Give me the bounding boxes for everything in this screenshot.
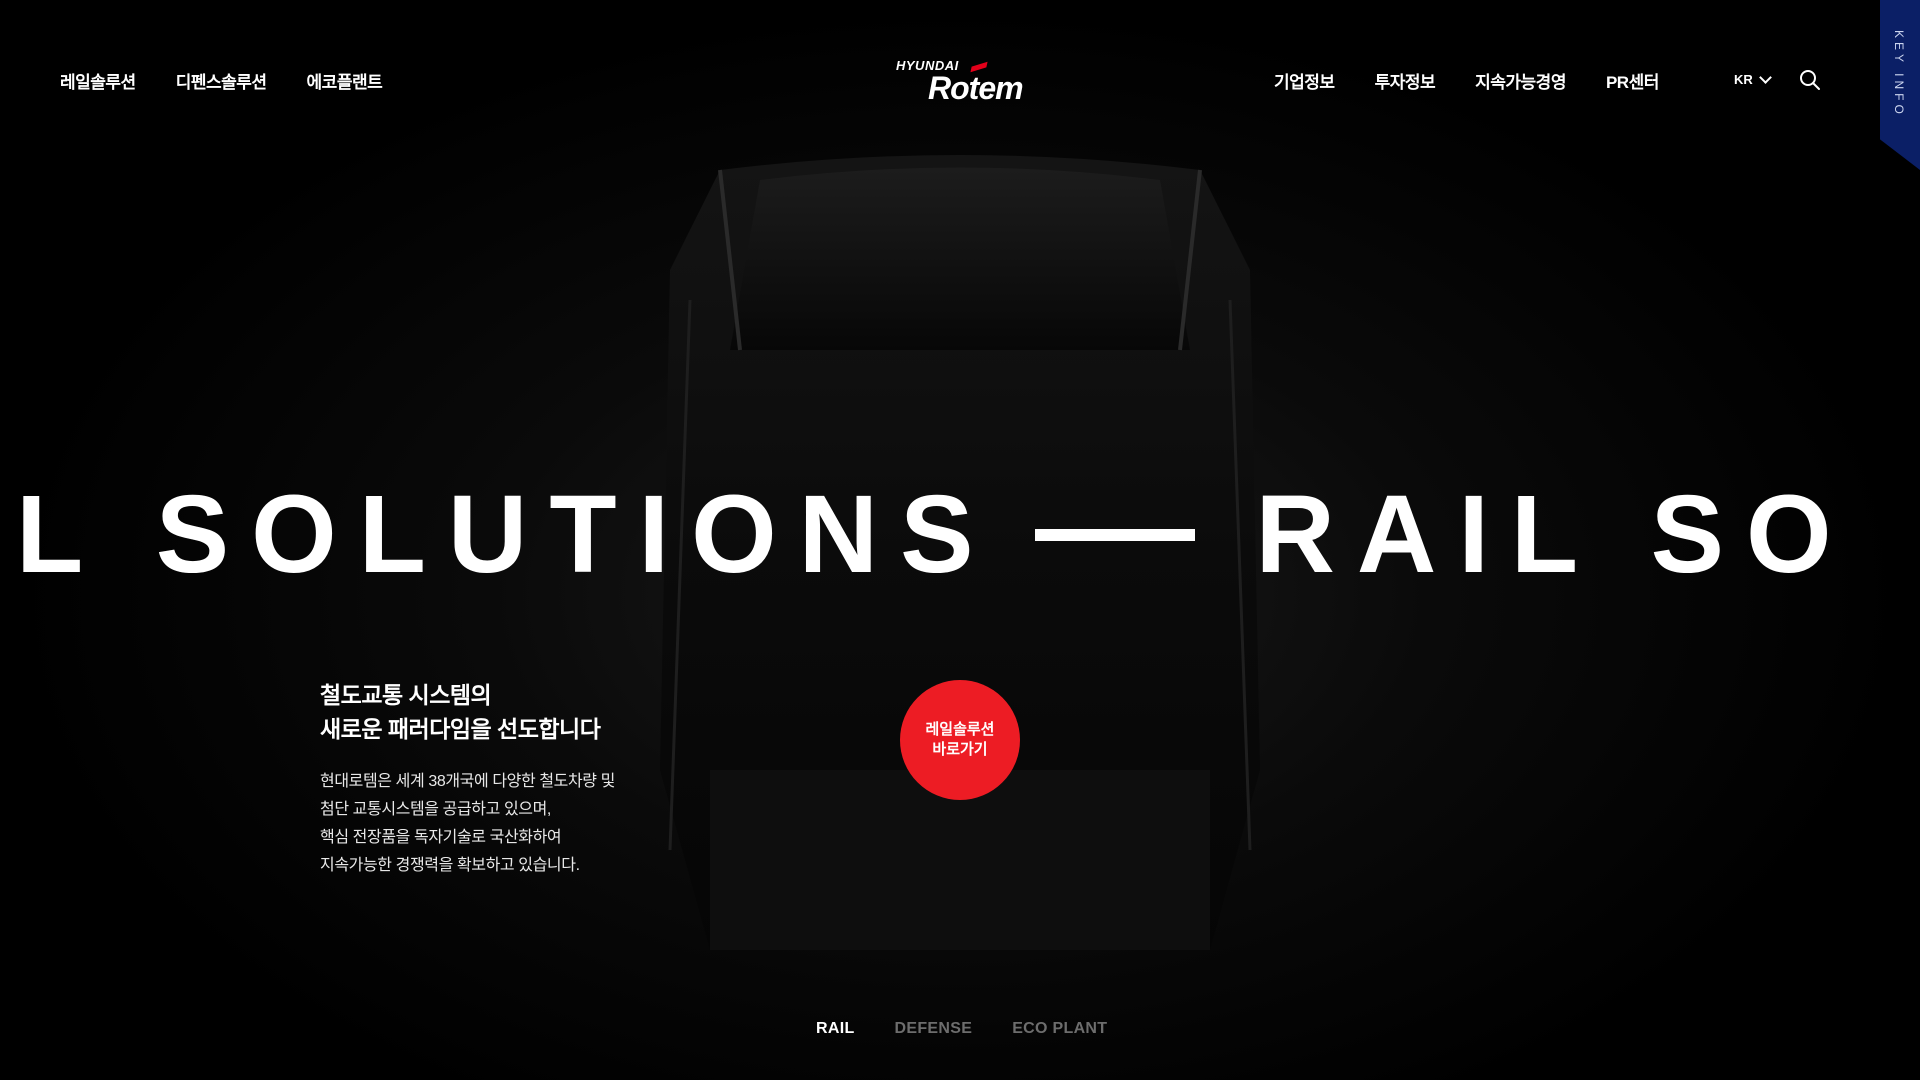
headline-line-2: 새로운 패러다임을 선도합니다 (320, 716, 601, 742)
hyundai-rotem-logo[interactable]: HYUNDAI Rotem (896, 56, 1026, 106)
tab-defense[interactable]: DEFENSE (895, 1020, 973, 1038)
tab-eco-plant[interactable]: ECO PLANT (1012, 1020, 1107, 1038)
nav-eco-plant[interactable]: 에코플랜트 (307, 68, 383, 93)
key-info-label: KEY INFO (1892, 30, 1906, 118)
nav-company-info[interactable]: 기업정보 (1274, 68, 1335, 93)
tab-rail[interactable]: RAIL (816, 1020, 855, 1038)
search-icon[interactable] (1798, 68, 1822, 92)
chevron-down-icon (1758, 71, 1772, 84)
headline-line-1: 철도교통 시스템의 (320, 682, 492, 708)
primary-nav: 레일솔루션 디펜스솔루션 에코플랜트 (60, 68, 383, 93)
nav-sustainability[interactable]: 지속가능경영 (1475, 68, 1566, 93)
rail-solutions-marquee: AIL SOLUTIONS RAIL SO (0, 475, 1854, 595)
marquee-text-repeat: RAIL SO (1255, 473, 1854, 596)
business-tabs: RAIL DEFENSE ECO PLANT (816, 1020, 1107, 1038)
language-selector[interactable]: KR (1734, 71, 1772, 87)
secondary-nav: 기업정보 투자정보 지속가능경영 PR센터 (1274, 68, 1659, 93)
nav-investor-info[interactable]: 투자정보 (1375, 68, 1436, 93)
hero-section: 레일솔루션 디펜스솔루션 에코플랜트 HYUNDAI Rotem 기업정보 투자… (0, 0, 1920, 1080)
nav-rail-solutions[interactable]: 레일솔루션 (60, 68, 136, 93)
intro-body: 현대로템은 세계 38개국에 다양한 철도차량 및 첨단 교통시스템을 공급하고… (320, 768, 740, 880)
body-line-4: 지속가능한 경쟁력을 확보하고 있습니다. (320, 857, 580, 874)
body-line-1: 현대로템은 세계 38개국에 다양한 철도차량 및 (320, 773, 615, 790)
rail-solutions-cta-button[interactable]: 레일솔루션 바로가기 (900, 680, 1020, 800)
nav-pr-center[interactable]: PR센터 (1606, 68, 1659, 93)
logo-brand-main: Rotem (928, 70, 1024, 106)
marquee-text: AIL SOLUTIONS (0, 473, 996, 596)
marquee-dash (1035, 529, 1196, 541)
cta-line-2: 바로가기 (932, 741, 988, 758)
language-label: KR (1734, 72, 1753, 87)
nav-defense-solutions[interactable]: 디펜스솔루션 (176, 68, 267, 93)
body-line-3: 핵심 전장품을 독자기술로 국산화하여 (320, 829, 562, 846)
intro-block: 철도교통 시스템의 새로운 패러다임을 선도합니다 현대로템은 세계 38개국에… (320, 678, 740, 880)
site-header: 레일솔루션 디펜스솔루션 에코플랜트 HYUNDAI Rotem 기업정보 투자… (0, 0, 1920, 170)
key-info-tab[interactable]: KEY INFO (1880, 0, 1920, 170)
body-line-2: 첨단 교통시스템을 공급하고 있으며, (320, 801, 551, 818)
cta-line-1: 레일솔루션 (925, 721, 995, 738)
intro-headline: 철도교통 시스템의 새로운 패러다임을 선도합니다 (320, 678, 740, 746)
